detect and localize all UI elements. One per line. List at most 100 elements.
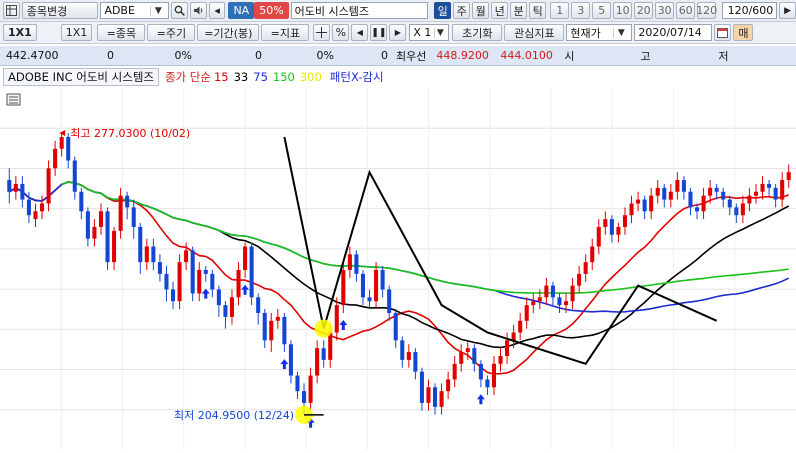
reset-button[interactable]: 초기화 [452,24,503,41]
date-field[interactable]: 2020/07/14 [634,24,713,41]
period-button-3[interactable]: 년 [491,2,509,19]
candle-body [374,269,379,302]
candle-body [432,387,438,407]
chevron-down-icon[interactable]: ▼ [434,27,445,38]
crosshair-icon[interactable] [313,24,331,41]
candle-body [446,379,451,392]
candle-body [662,187,667,200]
candle-body [708,187,713,196]
main-toolbar: 종목변경 ADBE ▼ ◂ NA 50% 어도비 시스템즈 일주월년분틱 135… [0,0,796,22]
candle-body [170,289,176,302]
play-icon[interactable]: ▶ [779,2,796,19]
candle-body [544,285,549,298]
candle-body [688,191,693,208]
speaker-icon[interactable] [190,2,207,19]
high-label: 최고 277.0300 (10/02) [70,127,190,140]
percent-icon[interactable]: % [332,24,350,41]
candle-body [223,305,228,317]
period-button-1[interactable]: 주 [453,2,471,19]
layout-1x1-button[interactable]: 1X1 [3,24,37,41]
candle-body [262,312,267,341]
candle-body [596,226,601,247]
interval-button-5[interactable]: 5 [592,2,612,19]
candle-body [164,273,169,290]
indicator-button[interactable]: =지표 [261,24,310,41]
candle-body [256,297,261,313]
candle-body [780,180,785,200]
best-ask-price: 448.9200 [436,49,489,62]
candle-body [138,226,143,263]
candle-body [341,269,346,306]
more-button[interactable]: 매 [733,24,754,41]
candle-body [734,207,739,216]
date-value: 2020/07/14 [638,26,702,39]
period-button-0[interactable]: 일 [434,2,452,19]
period-button[interactable]: =주기 [147,24,196,41]
candle-body [505,340,510,356]
candle-body [72,160,77,192]
calendar-icon[interactable] [714,24,732,41]
items-button[interactable]: =종목 [97,24,146,41]
count-display: 120/600 [722,2,778,19]
interval-button-60[interactable]: 60 [676,2,696,19]
best-ask-label: 최우선 [396,49,427,63]
rewind-icon[interactable]: ◀ [351,24,369,41]
candle-body [184,250,189,263]
open-label: 시 [564,49,575,63]
period-button-2[interactable]: 월 [472,2,490,19]
forward-icon[interactable]: ▶ [389,24,407,41]
chevron-down-icon[interactable]: ▼ [150,5,165,16]
candle-body [98,211,104,227]
multiplier-select[interactable]: X 1 ▼ [409,24,450,41]
arrow-left-icon[interactable]: ◂ [208,2,226,19]
range-button[interactable]: =기간(봉) [197,24,260,41]
ma-legend-15: 15 [213,70,229,84]
candle-body [636,199,641,204]
period-button-4[interactable]: 분 [510,2,528,19]
candle-body [380,269,385,290]
pause-icon[interactable]: ❚❚ [370,24,388,41]
interval-button-10[interactable]: 10 [613,2,633,19]
chevron-down-icon[interactable]: ▼ [613,27,628,38]
candle-body [478,363,483,380]
pattern-label[interactable]: 패턴X-감시 [330,69,384,85]
candle-body [46,168,51,204]
candle-body [39,203,45,212]
candle-body [727,199,732,208]
price-chart[interactable]: 최고 277.0300 (10/02) 최저 204.9500 (12/24) [0,88,796,450]
candle-body [452,363,457,380]
price-type-select[interactable]: 현재가 ▼ [566,24,633,41]
candle-body [275,316,280,321]
volume-ratio: 0 [381,49,388,62]
candle-body [144,246,149,263]
candle-body [747,195,752,204]
interval-button-3[interactable]: 3 [571,2,591,19]
ticker-input[interactable]: ADBE ▼ [100,2,170,19]
candle-body [79,191,84,212]
candle-body [92,226,97,239]
candle-body [393,312,398,341]
change-code-button[interactable]: 종목변경 [21,2,99,19]
chart-settings-icon[interactable] [6,93,21,106]
candle-body [786,172,791,181]
interval-button-30[interactable]: 30 [655,2,675,19]
na-badge: NA [228,2,255,19]
interval-button-20[interactable]: 20 [634,2,654,19]
candle-body [491,363,497,388]
grid-icon[interactable] [3,2,20,19]
period-button-5[interactable]: 틱 [529,2,547,19]
candle-body [33,211,38,220]
interval-button-1[interactable]: 1 [550,2,570,19]
interval-button-120[interactable]: 120 [696,2,717,19]
search-icon[interactable] [171,2,188,19]
candle-body [701,195,706,212]
legend-title[interactable]: ADOBE INC 어도비 시스템즈 [3,68,159,86]
candle-body [773,187,778,200]
candle-body [7,180,12,192]
candle-body [518,320,523,333]
candle-body [328,332,333,360]
favorite-indicator-button[interactable]: 관심지표 [504,24,565,41]
layout-1x1-alt-button[interactable]: 1X1 [60,24,93,41]
chart-area[interactable]: 최고 277.0300 (10/02) 최저 204.9500 (12/24) [0,88,796,450]
candle-body [603,219,608,227]
